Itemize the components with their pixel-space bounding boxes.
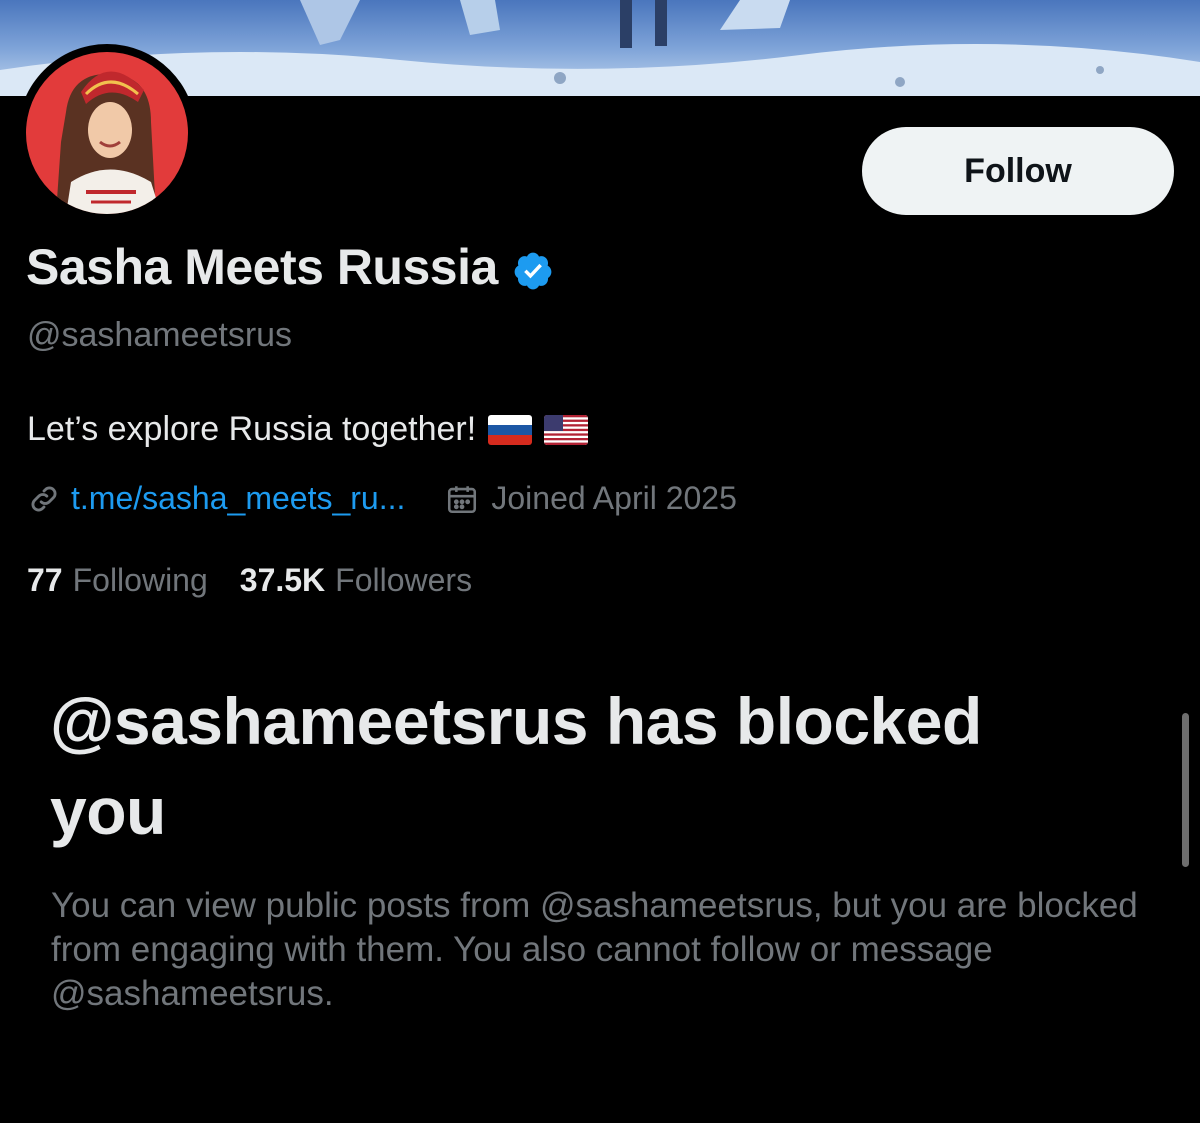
following-label: Following: [72, 562, 208, 598]
display-name: Sasha Meets Russia: [26, 239, 498, 295]
bio-text: Let’s explore Russia together!: [27, 410, 477, 448]
scrollbar[interactable]: [1182, 713, 1189, 867]
blocked-description: You can view public posts from @sashamee…: [51, 886, 1138, 1013]
joined-date: Joined April 2025: [491, 480, 737, 516]
profile-name-row: Sasha Meets Russia: [26, 238, 554, 296]
link-icon: [27, 482, 61, 516]
followers-stat[interactable]: 37.5K Followers: [240, 562, 472, 599]
follow-button[interactable]: Follow: [862, 127, 1174, 215]
calendar-icon: [445, 482, 479, 516]
followers-label: Followers: [335, 562, 473, 598]
profile-meta-row: t.me/sasha_meets_ru... Joined April 2025: [27, 480, 737, 517]
avatar-image: [26, 52, 188, 214]
flag-usa-icon: [544, 414, 589, 445]
following-stat[interactable]: 77 Following: [27, 562, 208, 599]
profile-handle: @sashameetsrus: [27, 316, 293, 354]
profile-bio: Let’s explore Russia together!: [27, 410, 589, 449]
verified-badge-icon[interactable]: [512, 246, 554, 290]
following-count: 77: [27, 562, 63, 598]
profile-stats: 77 Following 37.5K Followers: [27, 562, 472, 599]
followers-count: 37.5K: [239, 562, 326, 598]
blocked-title: @sashameetsrus has blocked you: [50, 684, 982, 848]
avatar[interactable]: [18, 44, 196, 222]
profile-link[interactable]: t.me/sasha_meets_ru...: [71, 480, 405, 517]
flag-russia-icon: [488, 414, 533, 445]
profile-page: Follow Sasha Meets Russia @sashameetsrus…: [0, 0, 1200, 1123]
